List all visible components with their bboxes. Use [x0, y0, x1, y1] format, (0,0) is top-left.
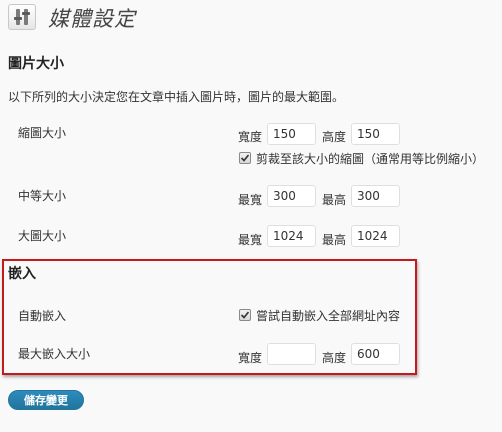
thumbnail-height-input[interactable]: 150: [351, 123, 400, 145]
large-max-height-label: 最高: [322, 233, 347, 247]
page-title: 媒體設定: [48, 7, 136, 31]
large-size-label: 大圖大小: [18, 229, 67, 243]
max-embed-height-input[interactable]: 600: [351, 343, 400, 365]
medium-size-label: 中等大小: [18, 189, 67, 203]
thumbnail-size-label: 縮圖大小: [18, 126, 67, 140]
checkmark-icon: [240, 311, 250, 319]
thumbnail-width-label: 寬度: [238, 130, 263, 144]
medium-max-height-input[interactable]: 300: [351, 185, 400, 207]
image-sizes-description: 以下所列的大小決定您在文章中插入圖片時，圖片的最大範圍。: [8, 90, 345, 104]
medium-max-height-label: 最高: [322, 193, 347, 207]
media-settings-icon: [8, 4, 36, 30]
thumbnail-width-input[interactable]: 150: [267, 123, 316, 145]
auto-embed-checkbox[interactable]: [239, 309, 251, 321]
large-max-width-input[interactable]: 1024: [267, 225, 316, 247]
auto-embed-checkbox-label: 嘗試自動嵌入全部網址內容: [256, 309, 401, 323]
thumbnail-height-label: 高度: [322, 130, 347, 144]
crop-thumbnail-label: 剪裁至該大小的縮圖（通常用等比例縮小）: [256, 152, 485, 166]
medium-max-width-input[interactable]: 300: [267, 185, 316, 207]
auto-embed-label: 自動嵌入: [18, 309, 67, 323]
large-max-width-label: 最寬: [238, 233, 263, 247]
max-embed-size-label: 最大嵌入大小: [18, 347, 91, 361]
section-title-image-sizes: 圖片大小: [8, 56, 64, 72]
large-max-height-input[interactable]: 1024: [351, 225, 400, 247]
max-embed-width-input[interactable]: [267, 343, 316, 365]
save-changes-button[interactable]: 儲存變更: [8, 390, 84, 410]
medium-max-width-label: 最寬: [238, 193, 263, 207]
section-title-embeds: 嵌入: [8, 266, 36, 282]
max-embed-width-label: 寬度: [238, 351, 263, 365]
checkmark-icon: [240, 154, 250, 162]
crop-thumbnail-checkbox[interactable]: [239, 152, 251, 164]
max-embed-height-label: 高度: [322, 351, 347, 365]
